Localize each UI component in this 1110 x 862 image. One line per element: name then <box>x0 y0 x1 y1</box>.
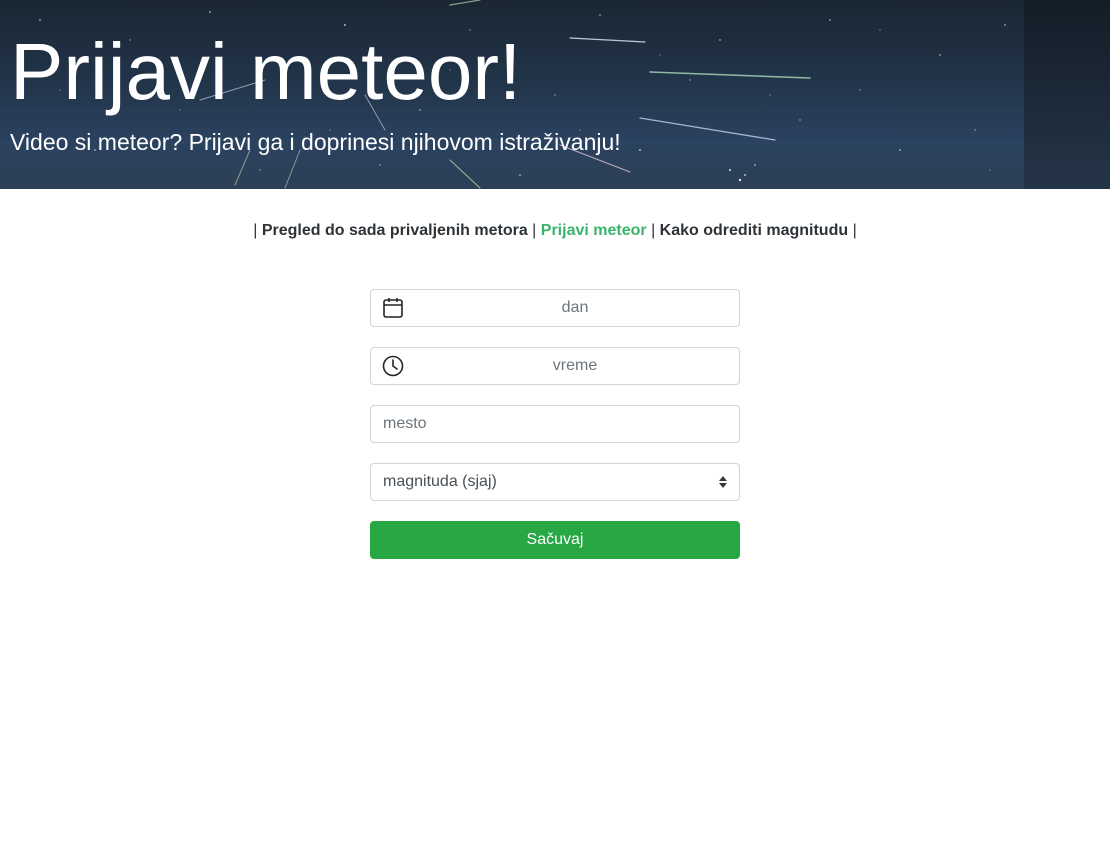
time-placeholder: vreme <box>552 357 598 374</box>
nav-link-report-meteor[interactable]: Prijavi meteor <box>541 222 647 239</box>
date-field[interactable]: dan <box>370 289 740 327</box>
place-input[interactable]: mesto <box>370 405 740 443</box>
nav-separator: | <box>651 222 660 239</box>
nav-separator: | <box>852 222 857 239</box>
date-placeholder: dan <box>561 299 589 316</box>
nav-separator: | <box>532 222 541 239</box>
save-button[interactable]: Sačuvaj <box>370 521 740 559</box>
place-placeholder: mesto <box>383 415 427 432</box>
hero-banner: Prijavi meteor! Video si meteor? Prijavi… <box>0 0 1110 189</box>
time-field[interactable]: vreme <box>370 347 740 385</box>
calendar-icon <box>383 298 403 318</box>
nav-separator: | <box>253 222 262 239</box>
magnitude-selected-value: magnituda (sjaj) <box>383 473 497 490</box>
page-title: Prijavi meteor! <box>10 27 522 116</box>
hero-right-panel <box>1024 0 1110 189</box>
magnitude-select[interactable]: magnituda (sjaj) <box>370 463 740 501</box>
clock-icon <box>382 355 404 377</box>
select-arrows-icon <box>719 476 727 488</box>
page-subtitle: Video si meteor? Prijavi ga i doprinesi … <box>10 129 621 155</box>
nav-link-magnitude-guide[interactable]: Kako odrediti magnitudu <box>660 222 848 239</box>
main-nav: | Pregled do sada privaljenih metora | P… <box>0 219 1110 243</box>
nav-link-overview[interactable]: Pregled do sada privaljenih metora <box>262 222 528 239</box>
